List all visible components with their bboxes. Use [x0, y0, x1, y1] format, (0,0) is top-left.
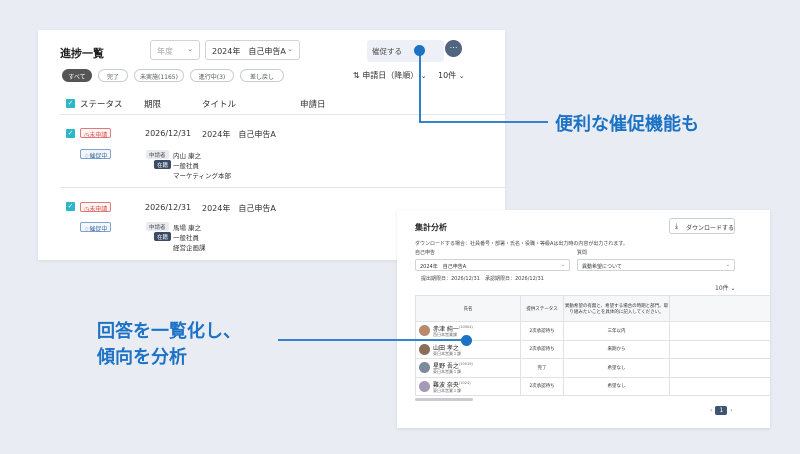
callout-remind: 便利な催促機能も: [555, 114, 699, 135]
callout-lines: [278, 50, 548, 341]
callout-analyze-line1: 回答を一覧化し、: [97, 321, 241, 342]
callout-marker: [461, 335, 472, 346]
callout-marker: [414, 45, 425, 56]
callout-analyze-line2: 傾向を分析: [97, 347, 187, 368]
